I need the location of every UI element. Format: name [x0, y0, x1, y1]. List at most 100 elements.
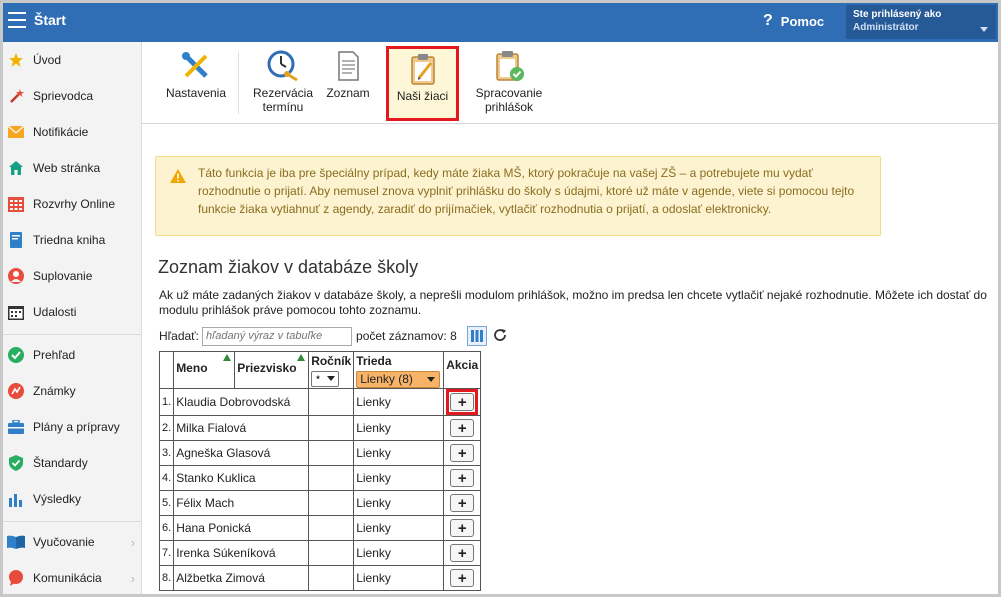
column-header-rocnik[interactable]: Ročník *: [308, 351, 355, 389]
bar-chart-icon: [7, 490, 25, 508]
sidebar-item-label: Štandardy: [33, 456, 88, 470]
trieda-filter-select[interactable]: Lienky (8): [356, 371, 441, 388]
toolbar-nasi-ziaci-button[interactable]: Naši žiaci: [386, 46, 459, 121]
table-row: 2. Milka Fialová Lienky +: [158, 415, 482, 441]
sidebar-item-label: Sprievodca: [33, 89, 94, 103]
record-count: počet záznamov: 8: [356, 329, 457, 343]
student-trieda: Lienky: [353, 540, 445, 566]
sidebar-item-label: Výsledky: [33, 492, 82, 506]
menu-icon[interactable]: [8, 12, 26, 28]
rocnik-filter-select[interactable]: *: [311, 371, 340, 387]
sidebar-item-label: Notifikácie: [33, 125, 89, 139]
calendar-icon: [7, 303, 25, 321]
toolbar-spracovanie-button[interactable]: Spracovanie prihlášok: [467, 50, 551, 114]
chevron-down-icon: [980, 27, 988, 32]
column-header-trieda[interactable]: Trieda Lienky (8): [353, 351, 445, 389]
sidebar-divider: [3, 521, 141, 522]
sidebar-item-suplovanie[interactable]: Suplovanie: [3, 258, 141, 294]
student-trieda: Lienky: [353, 440, 445, 466]
student-name: Alžbetka Zimová: [173, 565, 310, 591]
column-header-meno[interactable]: Meno: [173, 351, 236, 389]
briefcase-icon: [7, 418, 25, 436]
add-student-button[interactable]: +: [450, 444, 475, 462]
column-header-number: [158, 351, 175, 389]
toolbar-label: termínu: [262, 100, 304, 114]
app-title[interactable]: Štart: [34, 12, 66, 28]
sidebar-item-komunikacia[interactable]: Komunikácia ›: [3, 560, 141, 594]
document-icon: [338, 51, 359, 81]
add-student-button[interactable]: +: [450, 419, 475, 437]
toolbar-rezervacia-button[interactable]: Rezervácia termínu: [247, 50, 319, 114]
add-student-button[interactable]: +: [450, 494, 475, 512]
sidebar-item-vysledky[interactable]: Výsledky: [3, 481, 141, 517]
students-table: Meno Priezvisko Ročník * Trieda Lienky (…: [158, 351, 482, 591]
student-rocnik: [308, 515, 355, 541]
action-cell: +: [443, 540, 482, 566]
sidebar-item-label: Suplovanie: [33, 269, 93, 283]
warning-icon: [170, 169, 186, 183]
tools-icon: [182, 52, 208, 78]
user-line1: Ste prihlásený ako: [853, 9, 942, 20]
row-number: 1.: [158, 388, 175, 416]
add-student-button[interactable]: +: [450, 569, 475, 587]
sidebar-item-label: Vyučovanie: [33, 535, 95, 549]
sidebar-item-vyucovanie[interactable]: Vyučovanie ›: [3, 524, 141, 560]
table-row: 6. Hana Ponická Lienky +: [158, 515, 482, 541]
house-icon: [7, 159, 25, 177]
student-trieda: Lienky: [353, 388, 445, 416]
sidebar-item-uvod[interactable]: Úvod: [3, 42, 141, 78]
column-header-priezvisko[interactable]: Priezvisko: [234, 351, 310, 389]
toolbar-zoznam-button[interactable]: Zoznam: [322, 50, 374, 100]
sidebar-item-plany[interactable]: Plány a prípravy: [3, 409, 141, 445]
sidebar-item-rozvrhy[interactable]: Rozvrhy Online: [3, 186, 141, 222]
sidebar-item-standardy[interactable]: Štandardy: [3, 445, 141, 481]
help-label: Pomoc: [780, 13, 825, 29]
sidebar-item-web-stranka[interactable]: Web stránka: [3, 150, 141, 186]
column-label: Akcia: [446, 358, 479, 372]
sidebar-item-label: Plány a prípravy: [33, 420, 120, 434]
help-button[interactable]: ? Pomoc: [763, 12, 824, 30]
student-trieda: Lienky: [353, 515, 445, 541]
column-header-akcia: Akcia: [443, 351, 482, 389]
sidebar-item-triedna-kniha[interactable]: Triedna kniha: [3, 222, 141, 258]
chat-icon: [7, 569, 25, 587]
add-student-button[interactable]: +: [450, 544, 475, 562]
toolbar-label: prihlášok: [484, 100, 534, 114]
alert-text: Táto funkcia je iba pre špeciálny prípad…: [198, 166, 855, 216]
sidebar-item-prehlad[interactable]: Prehľad: [3, 337, 141, 373]
row-number: 4.: [158, 465, 175, 491]
column-settings-icon[interactable]: [466, 326, 487, 346]
action-cell: +: [443, 490, 482, 516]
highlight-frame: +: [446, 389, 479, 415]
sidebar-item-udalosti[interactable]: Udalosti: [3, 294, 141, 330]
person-icon: [7, 267, 25, 285]
row-number: 7.: [158, 540, 175, 566]
add-student-button[interactable]: +: [450, 393, 475, 411]
student-trieda: Lienky: [353, 465, 445, 491]
action-cell: +: [443, 465, 482, 491]
sidebar: Úvod Sprievodca Notifikácie Web stránka …: [3, 42, 142, 594]
star-icon: [7, 51, 25, 69]
sidebar-item-label: Známky: [33, 384, 76, 398]
user-menu[interactable]: Ste prihlásený ako Administrátor: [846, 5, 996, 39]
sidebar-item-notifikacie[interactable]: Notifikácie: [3, 114, 141, 150]
table-row: 1. Klaudia Dobrovodská Lienky +: [158, 388, 482, 416]
toolbar-nastavenia-button[interactable]: Nastavenia: [164, 50, 228, 100]
table-row: 8. Alžbetka Zimová Lienky +: [158, 565, 482, 591]
add-student-button[interactable]: +: [450, 519, 475, 537]
sidebar-item-znamky[interactable]: Známky: [3, 373, 141, 409]
row-number: 8.: [158, 565, 175, 591]
table-row: 3. Agneška Glasová Lienky +: [158, 440, 482, 466]
student-trieda: Lienky: [353, 415, 445, 441]
sidebar-item-label: Udalosti: [33, 305, 77, 319]
action-cell: +: [443, 515, 482, 541]
add-student-button[interactable]: +: [450, 469, 475, 487]
search-input[interactable]: [202, 326, 353, 346]
sidebar-item-sprievodca[interactable]: Sprievodca: [3, 78, 141, 114]
toolbar-divider: [238, 52, 239, 114]
action-cell: +: [443, 388, 482, 416]
chevron-right-icon: ›: [130, 570, 135, 586]
action-cell: +: [443, 565, 482, 591]
refresh-icon[interactable]: [493, 328, 507, 345]
toolbar-label: Rezervácia: [252, 86, 314, 100]
